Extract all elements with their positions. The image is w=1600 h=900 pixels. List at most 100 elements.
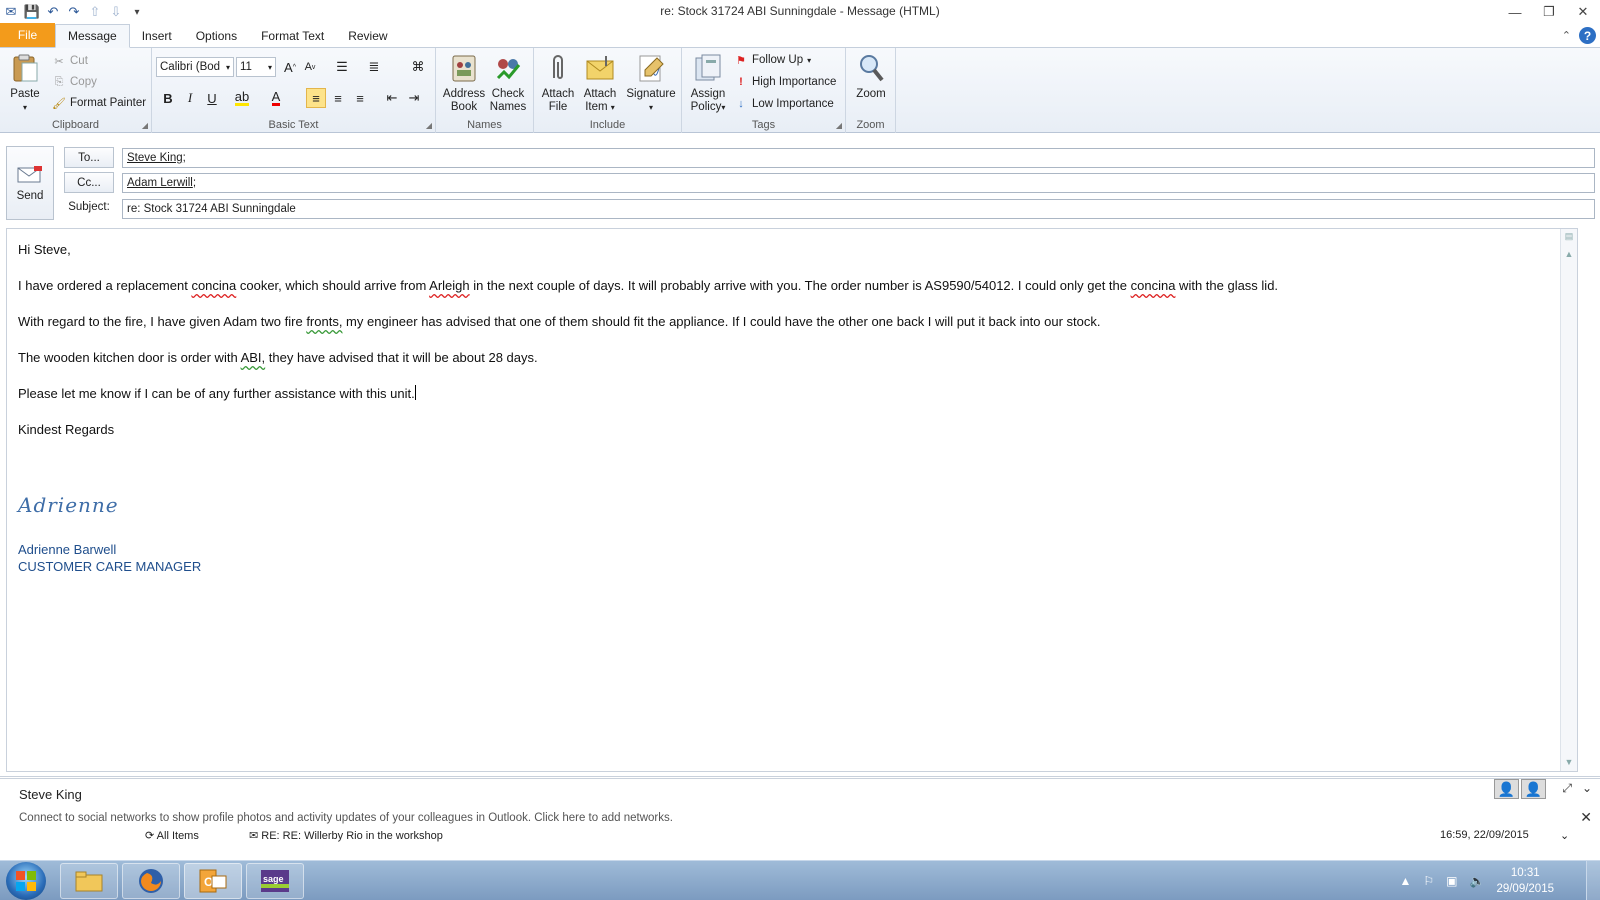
closing: Kindest Regards — [18, 422, 115, 437]
tab-insert[interactable]: Insert — [130, 25, 184, 47]
people-pane-items: ⟳ All Items ✉ RE: RE: Willerby Rio in th… — [145, 829, 1600, 845]
cc-button[interactable]: Cc... — [64, 172, 114, 193]
paste-icon — [13, 54, 38, 82]
dialog-launcher-icon[interactable]: ◢ — [142, 121, 148, 130]
zoom-button[interactable]: Zoom — [850, 52, 892, 101]
minimize-ribbon-icon[interactable]: ⌃ — [1562, 29, 1571, 42]
scroll-up-icon[interactable]: ▲ — [1563, 249, 1575, 261]
avatar[interactable]: 👤 — [1521, 779, 1546, 799]
explorer-icon[interactable] — [60, 863, 118, 899]
show-desktop-button[interactable] — [1586, 861, 1600, 900]
minimize-icon[interactable]: — — [1498, 0, 1532, 24]
close-icon[interactable]: ✕ — [1580, 809, 1592, 826]
clock[interactable]: 10:31 29/09/2015 — [1496, 865, 1554, 897]
outlook-icon[interactable]: O — [184, 863, 242, 899]
cut-button[interactable]: ✂ Cut — [52, 54, 88, 68]
close-icon[interactable]: ✕ — [1566, 0, 1600, 24]
shrink-font-icon[interactable]: Av — [300, 57, 320, 77]
tab-format-text[interactable]: Format Text — [249, 25, 336, 47]
signature-script: Adrienne — [18, 493, 119, 517]
tab-options[interactable]: Options — [184, 25, 249, 47]
people-pane: Steve King Connect to social networks to… — [0, 776, 1600, 858]
filter-all-items[interactable]: ⟳ All Items — [145, 829, 249, 845]
down-arrow-icon[interactable]: ⇩ — [107, 3, 125, 21]
align-center-icon[interactable]: ≡ — [328, 88, 348, 108]
tab-file[interactable]: File — [0, 23, 55, 47]
attach-item-button[interactable]: Attach Item ▾ — [580, 52, 620, 114]
dialog-launcher-icon[interactable]: ◢ — [426, 121, 432, 130]
people-pane-controls: ⤢ ⌄ — [1562, 781, 1592, 796]
low-importance-button[interactable]: ↓ Low Importance — [734, 97, 834, 111]
scissors-icon: ✂ — [54, 55, 64, 68]
paste-button[interactable]: Paste ▾ — [6, 52, 44, 114]
up-arrow-icon[interactable]: ⇧ — [86, 3, 104, 21]
check-names-button[interactable]: Check Names — [486, 52, 530, 114]
align-right-icon[interactable]: ≡ — [350, 88, 370, 108]
start-button[interactable] — [6, 862, 46, 900]
show-hidden-icons-icon[interactable]: ▲ — [1399, 874, 1411, 888]
expand-icon[interactable]: ⤢ — [1562, 781, 1572, 796]
include-group: Attach File Attach Item ▾ Signature ▾ In… — [534, 48, 682, 133]
redo-icon[interactable]: ↷ — [65, 3, 83, 21]
ruler-icon[interactable]: ▤ — [1563, 231, 1575, 243]
to-recipient[interactable]: Steve King — [127, 152, 183, 164]
increase-indent-icon[interactable]: ⇥ — [404, 88, 424, 108]
follow-up-button[interactable]: ⚑ Follow Up ▾ — [734, 53, 811, 67]
dialog-launcher-icon[interactable]: ◢ — [836, 121, 842, 130]
signature-button[interactable]: Signature ▾ — [624, 52, 678, 114]
scroll-down-icon[interactable]: ▼ — [1563, 757, 1575, 769]
font-size-select[interactable]: 11 ▾ — [236, 57, 276, 77]
to-button[interactable]: To... — [64, 147, 114, 168]
subject-field[interactable]: re: Stock 31724 ABI Sunningdale — [122, 199, 1595, 219]
customize-icon[interactable]: ▾ — [128, 3, 146, 21]
list-item[interactable]: ✉ RE: RE: Willerby Rio in the workshop — [249, 829, 1440, 845]
numbering-icon[interactable]: ≣ — [364, 57, 384, 77]
social-network-prompt[interactable]: Connect to social networks to show profi… — [19, 812, 673, 824]
attach-file-button[interactable]: Attach File — [540, 52, 576, 114]
clipboard-group-label: Clipboard — [51, 119, 100, 131]
cc-recipient[interactable]: Adam Lerwill — [127, 177, 193, 189]
decrease-indent-icon[interactable]: ⇤ — [382, 88, 402, 108]
greeting: Hi Steve, — [18, 242, 71, 257]
highlight-icon[interactable]: ab — [232, 88, 252, 108]
underline-button[interactable]: U — [202, 88, 222, 108]
tab-review[interactable]: Review — [336, 25, 399, 47]
firefox-icon[interactable] — [122, 863, 180, 899]
to-field[interactable]: Steve King; — [122, 148, 1595, 168]
grow-font-icon[interactable]: A ^ — [280, 57, 300, 77]
network-icon[interactable]: ▣ — [1446, 874, 1457, 888]
subject-label: Subject: — [68, 201, 110, 213]
font-color-icon[interactable]: A — [266, 88, 286, 108]
volume-icon[interactable]: 🔈 — [1469, 874, 1484, 888]
bullets-icon[interactable]: ☰ — [332, 57, 352, 77]
tab-message[interactable]: Message — [55, 24, 130, 48]
copy-button[interactable]: ⎘ Copy — [52, 75, 97, 89]
avatar[interactable]: 👤 — [1494, 779, 1519, 799]
italic-button[interactable]: I — [180, 88, 200, 108]
chevron-down-icon[interactable]: ⌄ — [1582, 781, 1592, 796]
body-text[interactable]: Hi Steve, I have ordered a replacement c… — [18, 241, 1278, 457]
sage-icon[interactable]: sage — [246, 863, 304, 899]
assign-policy-button[interactable]: Assign Policy▾ — [686, 52, 730, 114]
cc-field[interactable]: Adam Lerwill; — [122, 173, 1595, 193]
styles-icon[interactable]: ⌘ — [408, 57, 428, 77]
vertical-scrollbar[interactable]: ▤ ▲ ▼ — [1560, 229, 1577, 771]
paperclip-icon — [553, 55, 563, 79]
save-icon[interactable]: 💾 — [23, 3, 41, 21]
misspelled-word: Arleigh — [429, 278, 470, 293]
outlook-icon[interactable]: ✉ — [2, 3, 20, 21]
help-icon[interactable]: ? — [1579, 27, 1596, 44]
font-name-select[interactable]: Calibri (Bod ▾ — [156, 57, 234, 77]
send-button[interactable]: Send — [6, 146, 54, 220]
message-body[interactable]: Hi Steve, I have ordered a replacement c… — [6, 228, 1578, 772]
chevron-down-icon[interactable]: ⌄ — [1560, 829, 1600, 845]
restore-icon[interactable]: ❐ — [1532, 0, 1566, 24]
high-importance-button[interactable]: ! High Importance — [734, 75, 836, 89]
flag-icon[interactable]: ⚐ — [1423, 874, 1434, 888]
align-left-icon[interactable]: ≡ — [306, 88, 326, 108]
bold-button[interactable]: B — [158, 88, 178, 108]
address-book-button[interactable]: Address Book — [442, 52, 486, 114]
names-group-label: Names — [467, 119, 502, 131]
format-painter-button[interactable]: 🖌 Format Painter — [52, 96, 146, 110]
undo-icon[interactable]: ↶ — [44, 3, 62, 21]
